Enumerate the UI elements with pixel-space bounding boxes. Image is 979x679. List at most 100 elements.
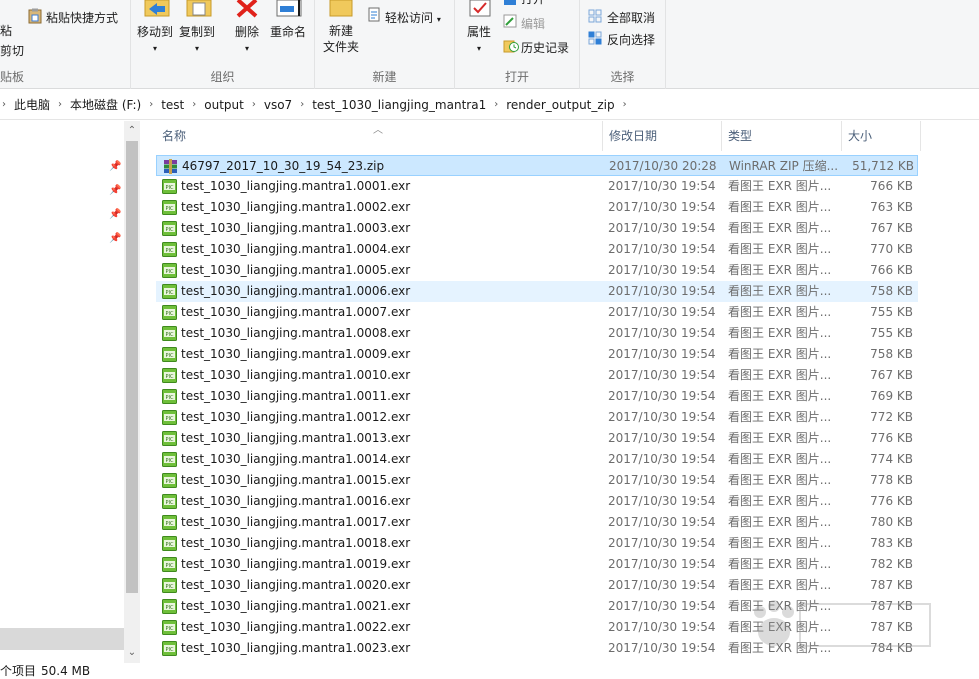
pin-icon[interactable]: 📌 — [109, 209, 121, 221]
properties-button[interactable]: 属性 ▾ — [461, 23, 497, 54]
breadcrumb-item[interactable]: render_output_zip — [502, 98, 618, 112]
file-type: 看图王 EXR 图片... — [728, 200, 832, 214]
breadcrumb-item[interactable]: 本地磁盘 (F:) — [66, 96, 145, 113]
breadcrumb-item[interactable]: test_1030_liangjing_mantra1 — [308, 98, 490, 112]
file-row[interactable]: PIC test_1030_liangjing.mantra1.0006.exr 2… — [156, 281, 918, 302]
file-date: 2017/10/30 19:54 — [608, 305, 716, 319]
nav-scrollbar[interactable]: ⌃ ⌄ — [124, 121, 140, 663]
edit-button[interactable]: 编辑 — [521, 15, 545, 32]
move-to-button[interactable]: 移动到 ▾ — [135, 23, 175, 54]
file-row[interactable]: PIC test_1030_liangjing.mantra1.0007.exr 2… — [156, 302, 918, 323]
file-size: 755 KB — [870, 305, 913, 319]
breadcrumb-item[interactable]: output — [200, 98, 248, 112]
ribbon: 粘 粘贴快捷方式 剪切 贴板 移动到 ▾ 复制到 ▾ 删除 ▾ 重命名 组织 新… — [0, 0, 979, 89]
file-size: 780 KB — [870, 515, 913, 529]
properties-icon — [469, 0, 491, 17]
file-type: 看图王 EXR 图片... — [728, 557, 832, 571]
svg-text:PIC: PIC — [166, 584, 174, 590]
breadcrumb-chevron-icon[interactable]: › — [619, 99, 631, 110]
file-size: 766 KB — [870, 263, 913, 277]
paste-button-label[interactable]: 粘 — [0, 22, 12, 39]
file-name: test_1030_liangjing.mantra1.0010.exr — [181, 368, 411, 382]
file-type: 看图王 EXR 图片... — [728, 389, 832, 403]
file-row[interactable]: PIC test_1030_liangjing.mantra1.0003.exr 2… — [156, 218, 918, 239]
file-size: 766 KB — [870, 179, 913, 193]
column-header-name[interactable]: 名称 — [156, 121, 603, 151]
file-row[interactable]: PIC test_1030_liangjing.mantra1.0016.exr 2… — [156, 491, 918, 512]
new-folder-label-1: 新建 — [328, 24, 353, 38]
file-type: 看图王 EXR 图片... — [728, 452, 832, 466]
file-name: test_1030_liangjing.mantra1.0016.exr — [181, 494, 411, 508]
file-name: test_1030_liangjing.mantra1.0019.exr — [181, 557, 411, 571]
file-date: 2017/10/30 19:54 — [608, 431, 716, 445]
invert-selection-button[interactable]: 反向选择 — [607, 31, 655, 48]
easy-access-button[interactable]: 轻松访问 ▾ — [385, 9, 441, 26]
copy-to-button[interactable]: 复制到 ▾ — [177, 23, 217, 54]
rename-button[interactable]: 重命名 — [270, 23, 306, 40]
file-row[interactable]: PIC test_1030_liangjing.mantra1.0008.exr 2… — [156, 323, 918, 344]
exr-icon: PIC — [162, 410, 177, 425]
file-row[interactable]: PIC test_1030_liangjing.mantra1.0013.exr 2… — [156, 428, 918, 449]
file-row[interactable]: PIC test_1030_liangjing.mantra1.0004.exr 2… — [156, 239, 918, 260]
exr-icon: PIC — [162, 641, 177, 656]
breadcrumb-chevron-icon[interactable]: › — [248, 99, 260, 110]
file-row[interactable]: PIC test_1030_liangjing.mantra1.0005.exr 2… — [156, 260, 918, 281]
nav-selected-item[interactable] — [0, 628, 124, 650]
file-name: test_1030_liangjing.mantra1.0007.exr — [181, 305, 411, 319]
file-type: 看图王 EXR 图片... — [728, 515, 832, 529]
delete-icon — [236, 0, 258, 18]
status-item-count: 个项目 — [0, 664, 37, 678]
file-row[interactable]: PIC test_1030_liangjing.mantra1.0010.exr 2… — [156, 365, 918, 386]
exr-icon: PIC — [162, 473, 177, 488]
easy-access-dropdown-icon: ▾ — [436, 15, 441, 24]
file-row[interactable]: PIC test_1030_liangjing.mantra1.0017.exr 2… — [156, 512, 918, 533]
svg-text:PIC: PIC — [166, 269, 174, 275]
breadcrumb-chevron-icon[interactable]: › — [188, 99, 200, 110]
address-bar[interactable]: › 此电脑 › 本地磁盘 (F:) › test › output › vso7 › test_10… — [0, 90, 979, 120]
file-row[interactable]: PIC test_1030_liangjing.mantra1.0011.exr 2… — [156, 386, 918, 407]
select-none-button[interactable]: 全部取消 — [607, 9, 655, 26]
breadcrumb-chevron-icon[interactable]: › — [145, 99, 157, 110]
breadcrumb-item[interactable]: 此电脑 — [10, 96, 54, 113]
column-header-date[interactable]: 修改日期 — [603, 121, 722, 151]
column-header-type[interactable]: 类型 — [722, 121, 842, 151]
file-size: 776 KB — [870, 494, 913, 508]
scroll-down-arrow-icon[interactable]: ⌄ — [124, 645, 140, 661]
file-row[interactable]: PIC test_1030_liangjing.mantra1.0018.exr 2… — [156, 533, 918, 554]
file-row[interactable]: PIC test_1030_liangjing.mantra1.0002.exr 2… — [156, 197, 918, 218]
pin-icon[interactable]: 📌 — [109, 233, 121, 245]
scroll-up-arrow-icon[interactable]: ⌃ — [124, 123, 140, 139]
file-size: 767 KB — [870, 368, 913, 382]
file-row[interactable]: 46797_2017_10_30_19_54_23.zip 2017/10/30 … — [156, 155, 918, 176]
file-size: 755 KB — [870, 326, 913, 340]
breadcrumb-item[interactable]: test — [157, 98, 188, 112]
paste-shortcut-button[interactable]: 粘贴快捷方式 — [46, 9, 118, 26]
file-row[interactable]: PIC test_1030_liangjing.mantra1.0001.exr 2… — [156, 176, 918, 197]
file-type: 看图王 EXR 图片... — [728, 179, 832, 193]
breadcrumb-chevron-icon[interactable]: › — [296, 99, 308, 110]
breadcrumb-chevron-icon[interactable]: › — [490, 99, 502, 110]
breadcrumb-item[interactable]: vso7 — [260, 98, 296, 112]
column-header-size[interactable]: 大小 — [842, 121, 921, 151]
exr-icon: PIC — [162, 515, 177, 530]
history-button[interactable]: 历史记录 — [521, 39, 569, 56]
file-row[interactable]: PIC test_1030_liangjing.mantra1.0014.exr 2… — [156, 449, 918, 470]
file-name: test_1030_liangjing.mantra1.0020.exr — [181, 578, 411, 592]
breadcrumb-chevron-icon[interactable]: › — [54, 99, 66, 110]
file-row[interactable]: PIC test_1030_liangjing.mantra1.0019.exr 2… — [156, 554, 918, 575]
new-folder-button[interactable]: 新建 文件夹 — [322, 23, 360, 55]
svg-text:PIC: PIC — [166, 647, 174, 653]
file-row[interactable]: PIC test_1030_liangjing.mantra1.0012.exr 2… — [156, 407, 918, 428]
delete-button[interactable]: 删除 ▾ — [229, 23, 265, 54]
cut-button[interactable]: 剪切 — [0, 42, 24, 59]
exr-icon: PIC — [162, 347, 177, 362]
pin-icon[interactable]: 📌 — [109, 161, 121, 173]
file-row[interactable]: PIC test_1030_liangjing.mantra1.0015.exr 2… — [156, 470, 918, 491]
open-button[interactable]: 打开 — [521, 0, 545, 7]
pin-icon[interactable]: 📌 — [109, 185, 121, 197]
scrollbar-thumb[interactable] — [126, 141, 138, 593]
open-icon — [504, 0, 516, 5]
breadcrumb-root-chevron-icon[interactable]: › — [0, 99, 10, 110]
exr-icon: PIC — [162, 620, 177, 635]
file-row[interactable]: PIC test_1030_liangjing.mantra1.0009.exr 2… — [156, 344, 918, 365]
